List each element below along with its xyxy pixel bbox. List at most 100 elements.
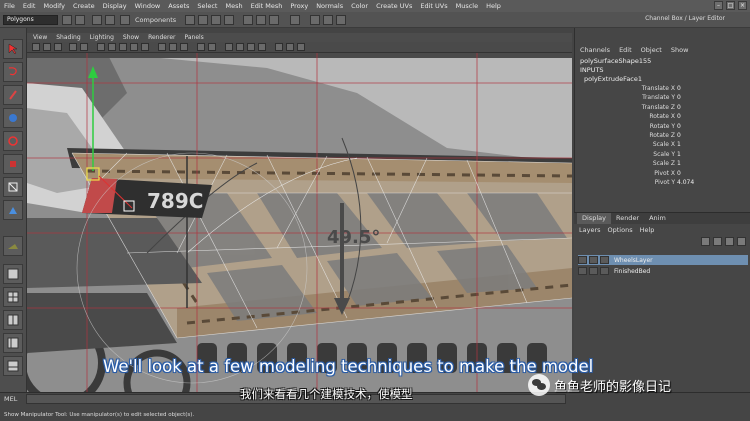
attr-row[interactable]: Translate Y0 bbox=[575, 94, 750, 103]
panel-menu-show[interactable]: Show bbox=[123, 34, 139, 41]
camera-attr-icon[interactable] bbox=[43, 43, 51, 51]
attr-row[interactable]: Scale Z1 bbox=[575, 160, 750, 169]
lights-icon[interactable] bbox=[141, 43, 149, 51]
attr-value[interactable]: 0 bbox=[677, 104, 681, 113]
select-tool-icon[interactable] bbox=[3, 39, 23, 59]
safe-title-icon[interactable] bbox=[258, 43, 266, 51]
attr-row[interactable]: Pivot Y 4.074 bbox=[575, 179, 750, 188]
camera-select-icon[interactable] bbox=[32, 43, 40, 51]
ipr-render-icon[interactable] bbox=[323, 15, 333, 25]
menu-window[interactable]: Window bbox=[131, 2, 165, 10]
xray-joints-icon[interactable] bbox=[180, 43, 188, 51]
layout-side-icon[interactable] bbox=[3, 310, 23, 330]
cb-menu-object[interactable]: Object bbox=[641, 46, 662, 57]
attr-value[interactable]: 0 bbox=[677, 113, 681, 122]
uv-mask-icon[interactable] bbox=[224, 15, 234, 25]
display-type-toggle[interactable] bbox=[589, 267, 598, 275]
attr-value[interactable]: 0 bbox=[677, 94, 681, 103]
lasso-tool-icon[interactable] bbox=[3, 62, 23, 82]
tab-anim[interactable]: Anim bbox=[644, 213, 671, 224]
attr-row[interactable]: Translate Z0 bbox=[575, 104, 750, 113]
move-layer-down-icon[interactable] bbox=[713, 237, 722, 246]
panel-menu-lighting[interactable]: Lighting bbox=[90, 34, 114, 41]
panel-menu-shading[interactable]: Shading bbox=[56, 34, 80, 41]
face-mask-icon[interactable] bbox=[211, 15, 221, 25]
tab-render[interactable]: Render bbox=[611, 213, 644, 224]
resolution-gate-icon[interactable] bbox=[225, 43, 233, 51]
attr-row[interactable]: Rotate X0 bbox=[575, 113, 750, 122]
layout-single-icon[interactable] bbox=[3, 264, 23, 284]
save-icon[interactable] bbox=[75, 15, 85, 25]
menu-display[interactable]: Display bbox=[99, 2, 131, 10]
attr-value[interactable]: 0 bbox=[677, 170, 681, 179]
snap-curve-icon[interactable] bbox=[256, 15, 266, 25]
panel-menu-view[interactable]: View bbox=[33, 34, 47, 41]
snap-grid-icon[interactable] bbox=[243, 15, 253, 25]
isolate-select-icon[interactable] bbox=[158, 43, 166, 51]
paint-select-icon[interactable] bbox=[3, 85, 23, 105]
menu-edit-mesh[interactable]: Edit Mesh bbox=[247, 2, 287, 10]
attr-value[interactable]: 0 bbox=[677, 132, 681, 141]
attr-row[interactable]: Scale X1 bbox=[575, 141, 750, 150]
cb-menu-channels[interactable]: Channels bbox=[580, 46, 610, 57]
attr-row[interactable]: Pivot X0 bbox=[575, 170, 750, 179]
rotate-tool-icon[interactable] bbox=[3, 131, 23, 151]
history-icon[interactable] bbox=[290, 15, 300, 25]
menu-create-uvs[interactable]: Create UVs bbox=[372, 2, 416, 10]
shape-name[interactable]: polySurfaceShape155 bbox=[575, 57, 750, 66]
layout-outliner-icon[interactable] bbox=[3, 333, 23, 353]
vertex-mask-icon[interactable] bbox=[185, 15, 195, 25]
select-by-object-icon[interactable] bbox=[105, 15, 115, 25]
menu-mesh[interactable]: Mesh bbox=[221, 2, 246, 10]
menu-normals[interactable]: Normals bbox=[312, 2, 347, 10]
last-tool-icon[interactable] bbox=[3, 200, 23, 220]
render-settings-icon[interactable] bbox=[336, 15, 346, 25]
soft-mod-icon[interactable] bbox=[3, 236, 23, 256]
move-tool-icon[interactable] bbox=[3, 108, 23, 128]
wireframe-on-shaded-icon[interactable] bbox=[119, 43, 127, 51]
field-chart-icon[interactable] bbox=[275, 43, 283, 51]
film-gate-icon[interactable] bbox=[236, 43, 244, 51]
menu-color[interactable]: Color bbox=[347, 2, 372, 10]
select-by-component-icon[interactable] bbox=[120, 15, 130, 25]
attr-row[interactable]: Rotate Z0 bbox=[575, 132, 750, 141]
move-layer-up-icon[interactable] bbox=[701, 237, 710, 246]
textured-icon[interactable] bbox=[130, 43, 138, 51]
render-icon[interactable] bbox=[310, 15, 320, 25]
panel-menu-renderer[interactable]: Renderer bbox=[148, 34, 175, 41]
snap-point-icon[interactable] bbox=[269, 15, 279, 25]
menu-select[interactable]: Select bbox=[193, 2, 221, 10]
wireframe-icon[interactable] bbox=[97, 43, 105, 51]
layer-row-wheels[interactable]: WheelsLayer bbox=[578, 255, 748, 265]
attr-row[interactable]: Rotate Y0 bbox=[575, 123, 750, 132]
layout-four-icon[interactable] bbox=[3, 287, 23, 307]
new-layer-selected-icon[interactable] bbox=[737, 237, 746, 246]
menu-muscle[interactable]: Muscle bbox=[452, 2, 483, 10]
le-menu-options[interactable]: Options bbox=[608, 226, 633, 236]
new-layer-icon[interactable] bbox=[725, 237, 734, 246]
viewport[interactable]: 789C 49.5° bbox=[27, 53, 572, 392]
attr-value[interactable]: 1 bbox=[677, 160, 681, 169]
menu-proxy[interactable]: Proxy bbox=[286, 2, 312, 10]
menu-create[interactable]: Create bbox=[69, 2, 99, 10]
attr-row[interactable]: Scale Y1 bbox=[575, 151, 750, 160]
frame-all-icon[interactable] bbox=[197, 43, 205, 51]
tab-display[interactable]: Display bbox=[577, 213, 611, 224]
cb-menu-show[interactable]: Show bbox=[671, 46, 689, 57]
le-menu-layers[interactable]: Layers bbox=[579, 226, 601, 236]
menu-help[interactable]: Help bbox=[482, 2, 505, 10]
menu-edit-uvs[interactable]: Edit UVs bbox=[416, 2, 451, 10]
image-plane-icon[interactable] bbox=[69, 43, 77, 51]
layout-graph-icon[interactable] bbox=[3, 356, 23, 376]
xray-icon[interactable] bbox=[169, 43, 177, 51]
menu-assets[interactable]: Assets bbox=[164, 2, 193, 10]
frame-selected-icon[interactable] bbox=[208, 43, 216, 51]
display-type-toggle[interactable] bbox=[589, 256, 598, 264]
smooth-shade-icon[interactable] bbox=[108, 43, 116, 51]
menu-set-dropdown[interactable]: Polygons bbox=[3, 15, 58, 25]
hud-icon[interactable] bbox=[297, 43, 305, 51]
attr-value[interactable]: 0 bbox=[677, 85, 681, 94]
bookmark-icon[interactable] bbox=[54, 43, 62, 51]
folder-icon[interactable] bbox=[62, 15, 72, 25]
minimize-icon[interactable]: – bbox=[714, 1, 723, 10]
